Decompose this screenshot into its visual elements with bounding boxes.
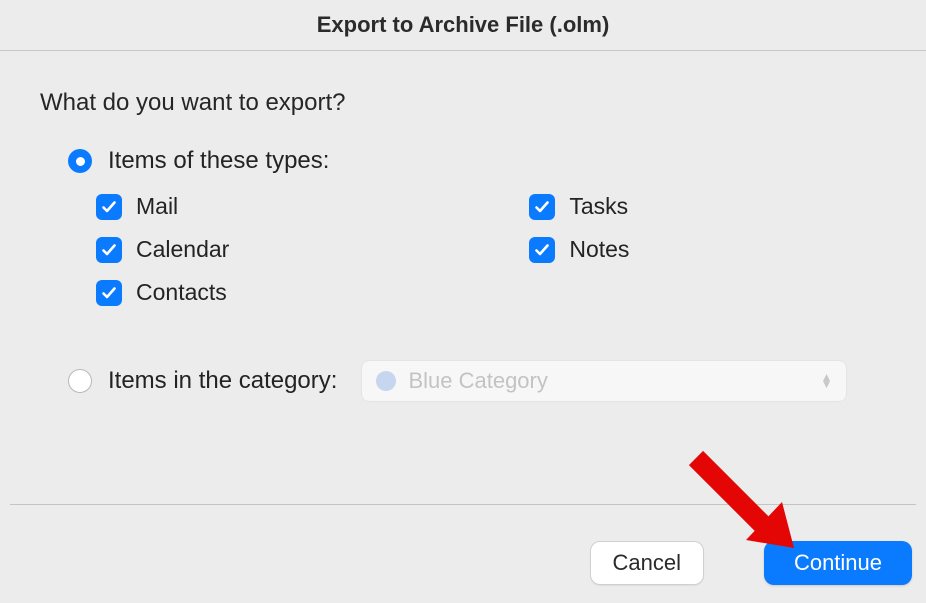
- types-col-right: Tasks Notes: [529, 193, 629, 306]
- checkbox-label-calendar: Calendar: [136, 236, 229, 263]
- category-select-value: Blue Category: [408, 368, 820, 394]
- radio-label-types: Items of these types:: [108, 147, 329, 175]
- continue-button-label: Continue: [794, 550, 882, 576]
- footer-divider: [10, 504, 916, 505]
- checkbox-label-tasks: Tasks: [569, 193, 628, 220]
- checkbox-notes[interactable]: Notes: [529, 236, 629, 263]
- cancel-button-label: Cancel: [613, 550, 681, 576]
- checkbox-mail[interactable]: Mail: [96, 193, 229, 220]
- radio-icon-unselected: [68, 369, 92, 393]
- types-checkbox-grid: Mail Calendar Contacts Tasks: [96, 193, 886, 306]
- cancel-button[interactable]: Cancel: [590, 541, 704, 585]
- checkbox-label-contacts: Contacts: [136, 279, 227, 306]
- radio-icon-selected: [68, 149, 92, 173]
- check-icon: [96, 194, 122, 220]
- check-icon: [529, 237, 555, 263]
- radio-label-category: Items in the category:: [108, 367, 337, 395]
- radio-items-in-category[interactable]: Items in the category: Blue Category ▲▼: [68, 360, 886, 402]
- category-select[interactable]: Blue Category ▲▼: [361, 360, 847, 402]
- checkbox-tasks[interactable]: Tasks: [529, 193, 629, 220]
- checkbox-label-notes: Notes: [569, 236, 629, 263]
- chevron-updown-icon: ▲▼: [821, 374, 833, 388]
- dialog-footer: Cancel Continue: [590, 541, 912, 585]
- export-prompt: What do you want to export?: [40, 89, 886, 117]
- check-icon: [96, 237, 122, 263]
- continue-button[interactable]: Continue: [764, 541, 912, 585]
- dialog-title: Export to Archive File (.olm): [0, 0, 926, 50]
- dialog-content: What do you want to export? Items of the…: [0, 51, 926, 412]
- check-icon: [96, 280, 122, 306]
- check-icon: [529, 194, 555, 220]
- radio-items-of-types[interactable]: Items of these types:: [68, 147, 886, 175]
- category-color-swatch: [376, 371, 396, 391]
- types-col-left: Mail Calendar Contacts: [96, 193, 229, 306]
- checkbox-label-mail: Mail: [136, 193, 178, 220]
- checkbox-contacts[interactable]: Contacts: [96, 279, 229, 306]
- checkbox-calendar[interactable]: Calendar: [96, 236, 229, 263]
- dialog-title-text: Export to Archive File (.olm): [317, 12, 610, 38]
